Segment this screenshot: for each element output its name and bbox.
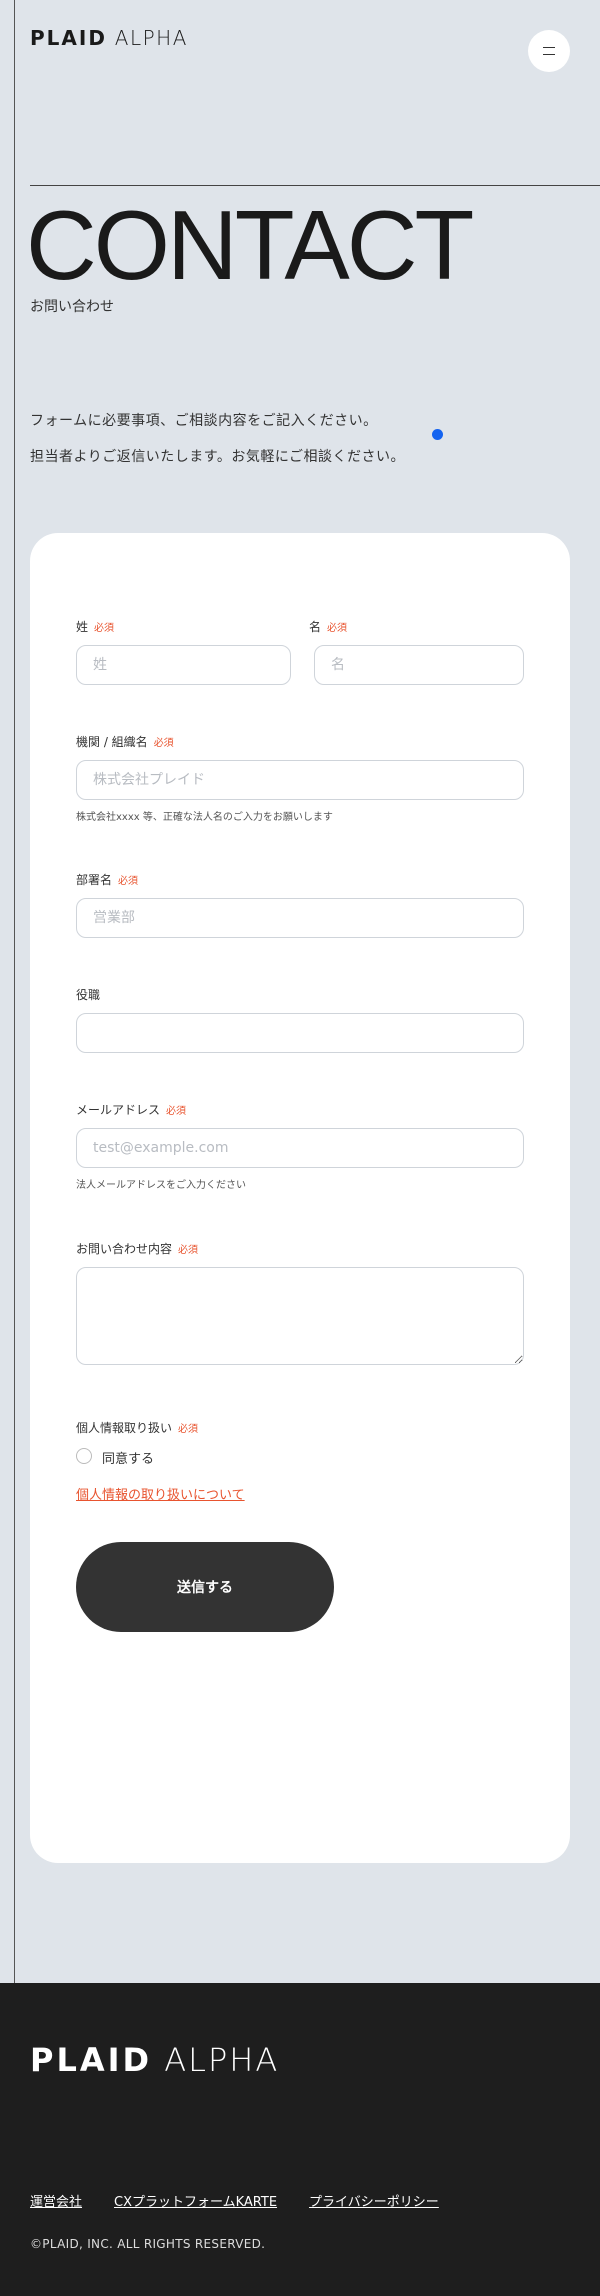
- first-name-input[interactable]: [314, 645, 524, 685]
- hamburger-icon: [543, 47, 555, 55]
- position-label: 役職: [76, 988, 101, 1002]
- footer-logo-bold: PLAID: [30, 2041, 153, 2079]
- email-input[interactable]: [76, 1128, 524, 1168]
- menu-button[interactable]: [528, 30, 570, 72]
- logo-bold: PLAID: [30, 26, 107, 50]
- required-badge: 必須: [178, 1245, 199, 1256]
- position-input[interactable]: [76, 1013, 524, 1053]
- agree-label[interactable]: 同意する: [102, 1448, 154, 1467]
- organization-label: 機関 / 組織名 必須: [76, 735, 174, 749]
- site-logo[interactable]: PLAID ALPHA: [30, 26, 188, 50]
- footer-link-karte[interactable]: CXプラットフォームKARTE: [114, 2191, 277, 2210]
- blue-dot-icon: [432, 429, 443, 440]
- required-badge: 必須: [94, 623, 115, 634]
- required-badge: 必須: [178, 1424, 199, 1435]
- required-badge: 必須: [153, 738, 174, 749]
- email-hint: 法人メールアドレスをご入力ください: [76, 1180, 246, 1191]
- intro-line-2: 担当者よりご返信いたします。お気軽にご相談ください。: [30, 449, 406, 465]
- page-subtitle: お問い合わせ: [30, 299, 114, 315]
- email-label: メールアドレス 必須: [76, 1103, 187, 1117]
- privacy-policy-link[interactable]: 個人情報の取り扱いについて: [76, 1484, 245, 1503]
- footer-links: 運営会社 CXプラットフォームKARTE プライバシーポリシー: [30, 2191, 439, 2210]
- department-input[interactable]: [76, 898, 524, 938]
- inquiry-textarea[interactable]: [76, 1267, 524, 1365]
- header-divider: [30, 185, 600, 186]
- logo-light: ALPHA: [114, 26, 188, 50]
- first-name-label: 名必須: [309, 620, 348, 634]
- required-badge: 必須: [118, 876, 139, 887]
- agree-radio[interactable]: [76, 1448, 92, 1464]
- intro-line-1: フォームに必要事項、ご相談内容をご記入ください。: [30, 413, 378, 429]
- required-badge: 必須: [327, 623, 348, 634]
- inquiry-label: お問い合わせ内容 必須: [76, 1242, 199, 1256]
- footer-link-privacy[interactable]: プライバシーポリシー: [309, 2191, 439, 2210]
- site-footer: PLAID ALPHA 運営会社 CXプラットフォームKARTE プライバシーポ…: [0, 1983, 600, 2296]
- last-name-label: 姓必須: [76, 620, 115, 634]
- footer-logo[interactable]: PLAID ALPHA: [30, 2041, 279, 2079]
- required-badge: 必須: [166, 1106, 187, 1117]
- copyright: ©PLAID, INC. ALL RIGHTS RESERVED.: [30, 2237, 266, 2251]
- organization-input[interactable]: [76, 760, 524, 800]
- last-name-input[interactable]: [76, 645, 291, 685]
- submit-button[interactable]: 送信する: [76, 1542, 334, 1632]
- department-label: 部署名 必須: [76, 873, 139, 887]
- footer-link-company[interactable]: 運営会社: [30, 2191, 82, 2210]
- page-title: CONTACT: [26, 190, 474, 300]
- footer-logo-light: ALPHA: [164, 2041, 280, 2079]
- organization-hint: 株式会社xxxx 等、正確な法人名のご入力をお願いします: [76, 812, 333, 823]
- privacy-label: 個人情報取り扱い 必須: [76, 1421, 199, 1435]
- left-vertical-line: [14, 0, 15, 1983]
